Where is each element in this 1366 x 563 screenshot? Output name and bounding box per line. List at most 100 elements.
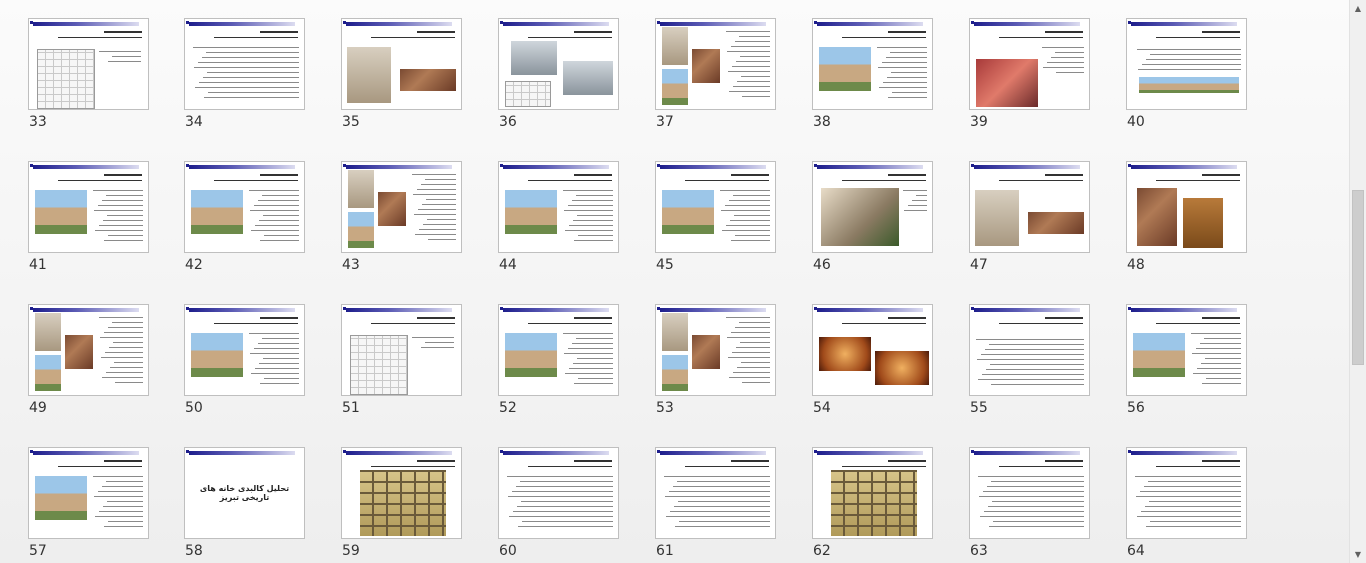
slide-preview[interactable] [28,447,149,539]
slide-thumbnail[interactable]: 61 [653,447,777,563]
slide-text-line [568,205,613,206]
slide-thumbnail[interactable]: تحلیل کالبدی خانه های تاریخی تبریز 58 [182,447,306,563]
slide-title-line [1045,317,1083,319]
slide-preview[interactable] [341,161,462,253]
vertical-scrollbar[interactable]: ▲ ▼ [1349,0,1366,563]
slide-preview[interactable] [655,18,776,110]
slide-text-line [425,179,456,180]
slide-thumbnail[interactable]: 46 [810,161,934,304]
slide-text-line [578,378,613,379]
slide-subtitle-line [1156,323,1240,324]
slide-thumbnail[interactable]: 37 [653,18,777,161]
slide-thumbnail[interactable]: 40 [1124,18,1248,161]
slide-thumbnail[interactable]: 41 [26,161,150,304]
slide-thumbnail[interactable]: 48 [1124,161,1248,304]
scroll-down-arrow-icon[interactable]: ▼ [1350,546,1366,563]
slide-thumbnail[interactable]: 60 [496,447,620,563]
slide-preview[interactable] [28,161,149,253]
slide-preview[interactable] [184,18,305,110]
slide-thumbnail[interactable]: 42 [182,161,306,304]
slide-text-line [721,210,770,211]
slide-preview[interactable] [812,447,933,539]
slide-thumbnail[interactable]: 64 [1124,447,1248,563]
slide-photo [1139,77,1239,93]
slide-preview[interactable] [184,304,305,396]
slide-thumbnail[interactable]: 52 [496,304,620,447]
slide-thumbnail[interactable]: 55 [967,304,1091,447]
scroll-up-arrow-icon[interactable]: ▲ [1350,0,1366,17]
slide-header-bar [346,308,452,312]
slide-header-bar [974,165,1080,169]
slide-thumbnail[interactable]: 43 [339,161,463,304]
slide-text-line [428,239,456,240]
slide-header-bar [346,22,452,26]
slide-thumbnail[interactable]: 54 [810,304,934,447]
slide-text-line [565,230,613,231]
slide-thumbnail[interactable]: 56 [1124,304,1248,447]
slide-text-line [879,87,927,88]
slide-preview[interactable] [341,304,462,396]
slide-thumbnail[interactable]: 62 [810,447,934,563]
slide-preview[interactable] [812,18,933,110]
slide-preview[interactable] [812,161,933,253]
slide-thumbnail[interactable]: 44 [496,161,620,304]
slide-preview[interactable] [28,18,149,110]
slide-number: 64 [1127,543,1145,559]
slide-thumbnail[interactable]: 34 [182,18,306,161]
scrollbar-thumb[interactable] [1352,190,1364,365]
slide-thumbnail[interactable]: 47 [967,161,1091,304]
slide-preview[interactable] [969,304,1090,396]
slide-text-line [878,67,927,68]
slide-preview[interactable] [498,18,619,110]
slide-preview[interactable] [655,304,776,396]
slide-thumbnail[interactable]: 50 [182,304,306,447]
slide-thumbnail[interactable]: 63 [967,447,1091,563]
slide-text-line [95,516,143,517]
slide-text-line [202,57,299,58]
slide-number: 58 [185,543,203,559]
slide-text-line [99,225,143,226]
slide-thumbnail[interactable]: 35 [339,18,463,161]
slide-thumbnail[interactable]: 38 [810,18,934,161]
slide-preview[interactable] [28,304,149,396]
slide-text-line [568,348,613,349]
slide-thumbnail[interactable]: 51 [339,304,463,447]
slide-preview[interactable] [969,447,1090,539]
slide-thumbnail[interactable]: 59 [339,447,463,563]
slide-text-line [101,357,143,358]
slide-preview[interactable] [969,161,1090,253]
slide-thumbnail[interactable]: 53 [653,304,777,447]
slide-text-line [422,204,456,205]
slide-preview[interactable] [184,161,305,253]
slide-preview[interactable] [812,304,933,396]
slide-preview[interactable] [341,447,462,539]
slide-preview[interactable] [498,161,619,253]
slide-header-bar [974,451,1080,455]
slide-preview[interactable] [1126,161,1247,253]
slide-preview[interactable] [1126,447,1247,539]
slide-preview[interactable] [1126,304,1247,396]
slide-preview[interactable] [655,161,776,253]
slide-text-line [106,195,143,196]
slide-preview[interactable] [969,18,1090,110]
slide-preview[interactable] [655,447,776,539]
slide-preview[interactable] [498,447,619,539]
slide-thumbnail[interactable]: 39 [967,18,1091,161]
slide-photo [1137,188,1177,246]
slide-thumbnail[interactable]: 36 [496,18,620,161]
slide-text-line [258,200,299,201]
slide-thumbnail[interactable]: 45 [653,161,777,304]
slide-text-line [1191,333,1241,334]
slide-text-line [726,317,770,318]
slide-title-line [104,174,142,176]
slide-thumbnail[interactable]: 49 [26,304,150,447]
slide-thumbnail[interactable]: 57 [26,447,150,563]
slide-preview[interactable] [1126,18,1247,110]
slide-preview[interactable]: تحلیل کالبدی خانه های تاریخی تبریز [184,447,305,539]
slide-header-dot-icon [814,307,817,310]
slide-floor-plan [37,49,95,109]
slide-text-line [728,357,770,358]
slide-preview[interactable] [341,18,462,110]
slide-preview[interactable] [498,304,619,396]
slide-thumbnail[interactable]: 33 [26,18,150,161]
